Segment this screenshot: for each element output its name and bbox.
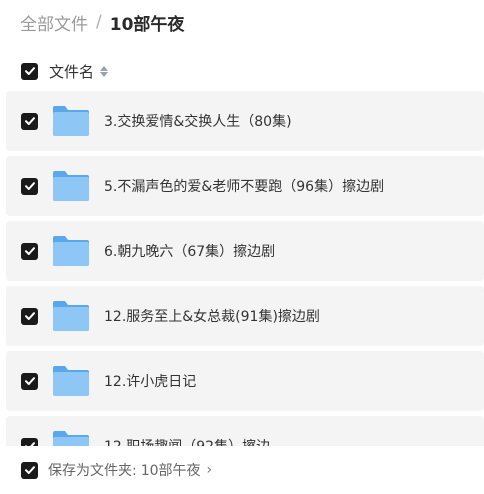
file-row[interactable]: 6.朝九晚六（67集）擦边剧: [6, 221, 484, 281]
folder-icon: [52, 235, 90, 267]
breadcrumb-root-link[interactable]: 全部文件: [20, 10, 88, 35]
file-row[interactable]: 12.许小虎日记: [6, 351, 484, 411]
file-row[interactable]: 3.交换爱情&交换人生（80集): [6, 91, 484, 151]
folder-icon: [52, 430, 90, 446]
save-as-folder-label[interactable]: 保存为文件夹: 10部午夜: [48, 460, 201, 480]
file-name: 12.许小虎日记: [104, 374, 197, 390]
file-row[interactable]: 12.服务至上&女总裁(91集)擦边剧: [6, 286, 484, 346]
check-icon: [24, 377, 35, 385]
check-icon: [24, 182, 35, 190]
save-as-folder-bar: 保存为文件夹: 10部午夜 ›: [0, 446, 484, 494]
file-list-header: 文件名: [0, 56, 484, 86]
check-icon: [24, 67, 35, 75]
save-as-folder-name: 10部午夜: [140, 463, 201, 479]
file-checkbox[interactable]: [21, 177, 38, 195]
file-name: 5.不漏声色的爱&老师不要跑（96集）擦边剧: [104, 179, 385, 195]
filename-column-header[interactable]: 文件名: [49, 61, 94, 82]
check-icon: [24, 117, 35, 125]
file-row[interactable]: 12.职场趣闻（92集）擦边: [6, 416, 484, 446]
file-list[interactable]: 3.交换爱情&交换人生（80集) 5.不漏声色的爱&老师不要跑（96集）擦边剧 6.…: [6, 91, 484, 446]
file-name: 12.职场趣闻（92集）擦边: [104, 436, 270, 446]
file-checkbox[interactable]: [21, 307, 38, 325]
folder-icon: [52, 365, 90, 397]
folder-icon: [52, 105, 90, 137]
save-as-folder-checkbox[interactable]: [21, 461, 38, 479]
file-checkbox[interactable]: [21, 242, 38, 260]
folder-icon: [52, 170, 90, 202]
file-name: 6.朝九晚六（67集）擦边剧: [104, 244, 276, 260]
breadcrumb-current: 10部午夜: [109, 14, 185, 35]
check-icon: [24, 466, 35, 474]
chevron-right-icon[interactable]: ›: [207, 462, 213, 478]
file-checkbox[interactable]: [21, 437, 38, 446]
file-checkbox[interactable]: [21, 372, 38, 390]
sort-icon[interactable]: [100, 65, 109, 77]
file-name: 3.交换爱情&交换人生（80集): [104, 114, 292, 130]
select-all-checkbox[interactable]: [21, 62, 38, 80]
breadcrumb: 全部文件 / 10部午夜: [20, 8, 184, 36]
file-row[interactable]: 5.不漏声色的爱&老师不要跑（96集）擦边剧: [6, 156, 484, 216]
breadcrumb-separator: /: [96, 12, 102, 32]
check-icon: [24, 312, 35, 320]
file-checkbox[interactable]: [21, 112, 38, 130]
check-icon: [24, 247, 35, 255]
save-as-folder-prefix: 保存为文件夹:: [48, 463, 137, 479]
folder-icon: [52, 300, 90, 332]
file-name: 12.服务至上&女总裁(91集)擦边剧: [104, 309, 320, 325]
